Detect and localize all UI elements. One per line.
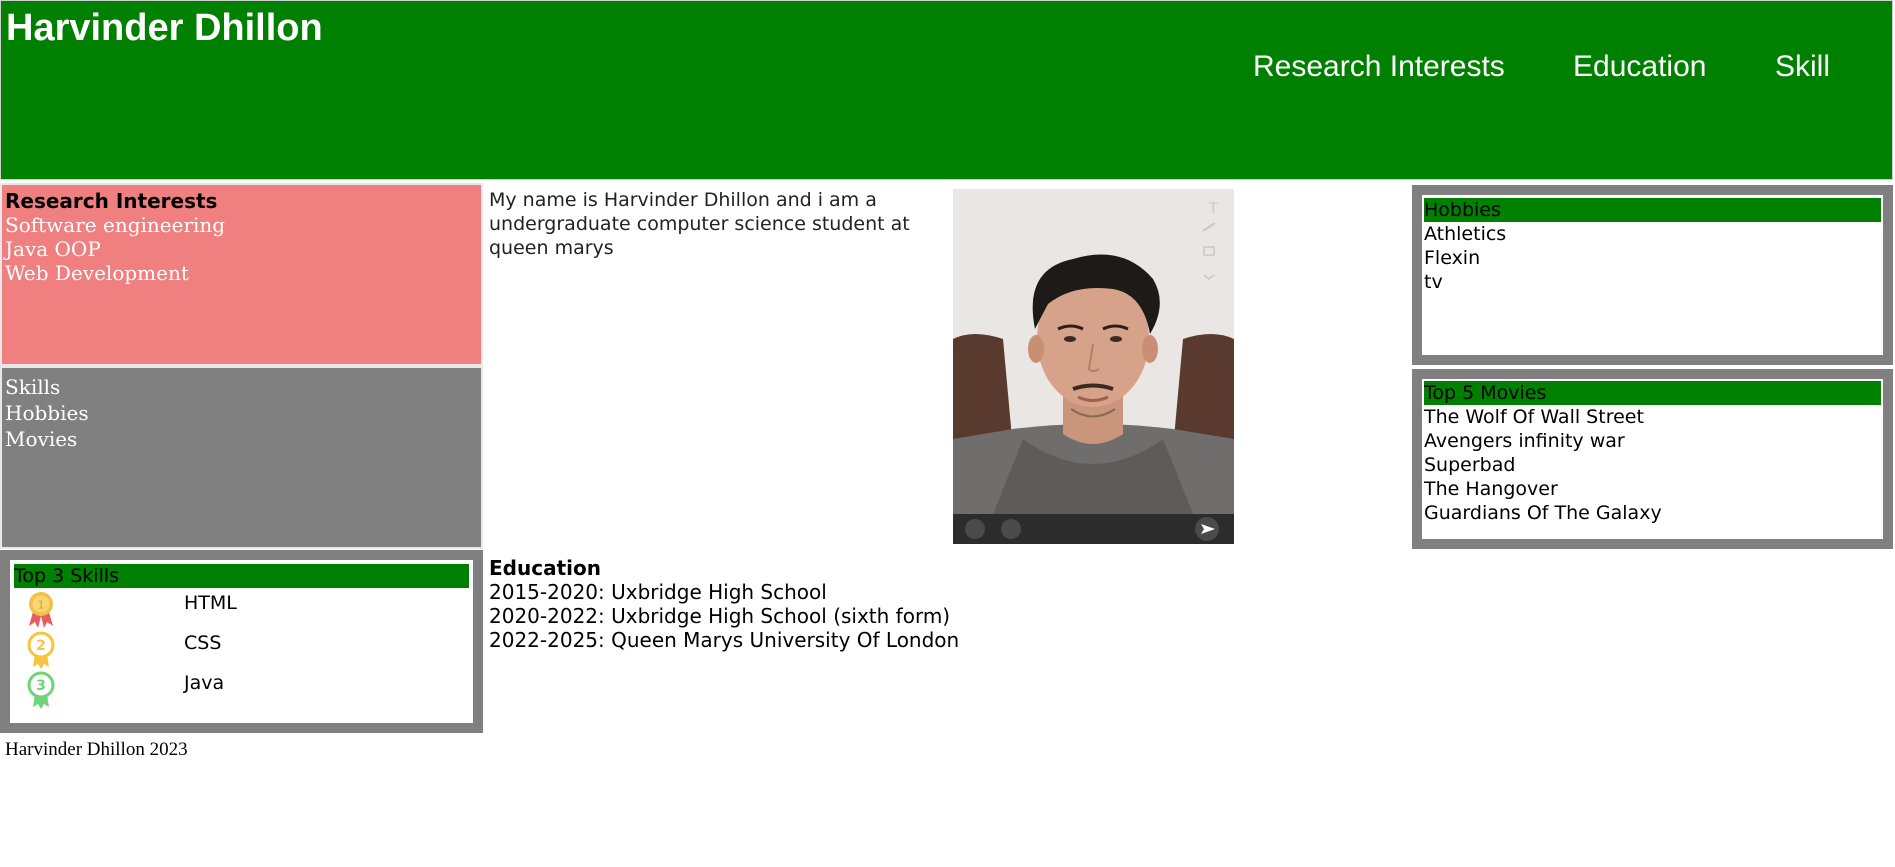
hobbies-panel: Hobbies Athletics Flexin tv	[1412, 185, 1893, 365]
education-item: 2022-2025: Queen Marys University Of Lon…	[489, 628, 960, 652]
movie-item: The Wolf Of Wall Street	[1424, 406, 1644, 428]
movie-item: Superbad	[1424, 454, 1516, 476]
research-interest-item: Java OOP	[5, 237, 101, 261]
link-movies[interactable]: Movies	[5, 426, 478, 452]
education-item: 2020-2022: Uxbridge High School (sixth f…	[489, 604, 951, 628]
top-skills-title: Top 3 Skills	[14, 564, 469, 588]
skill-name: Java	[184, 672, 225, 694]
medal-rank-text: 1	[38, 599, 45, 612]
skill-row: 2 CSS	[14, 628, 469, 669]
nav-link-skill[interactable]: Skill	[1775, 49, 1830, 85]
movie-item: The Hangover	[1424, 478, 1558, 500]
hobby-item: Flexin	[1424, 247, 1481, 269]
education-title: Education	[489, 556, 601, 580]
research-interests-panel: Research Interests Software engineering …	[0, 183, 483, 366]
education-item: 2015-2020: Uxbridge High School	[489, 580, 827, 604]
link-skills[interactable]: Skills	[5, 374, 478, 400]
medal-rank-text: 2	[36, 638, 46, 654]
education-section: Education 2015-2020: Uxbridge High Schoo…	[489, 556, 959, 652]
skill-name: HTML	[184, 592, 237, 614]
link-hobbies[interactable]: Hobbies	[5, 400, 478, 426]
skill-row: 3 Java	[14, 668, 469, 709]
profile-photo-image: T	[953, 189, 1234, 544]
svg-text:T: T	[1208, 201, 1218, 217]
medal-third-icon: 3	[27, 671, 55, 709]
hobby-item: tv	[1424, 271, 1443, 293]
movie-item: Avengers infinity war	[1424, 430, 1625, 452]
movies-title: Top 5 Movies	[1424, 381, 1881, 405]
nav-link-education[interactable]: Education	[1573, 49, 1706, 85]
hobby-item: Athletics	[1424, 223, 1507, 245]
about-text: My name is Harvinder Dhillon and i am a …	[489, 189, 910, 259]
skill-row: 1 HTML	[14, 588, 469, 628]
site-title: Harvinder Dhillon	[6, 7, 323, 49]
hobbies-title: Hobbies	[1424, 198, 1881, 222]
medal-second-icon: 2	[27, 631, 55, 669]
nav-link-research-interests[interactable]: Research Interests	[1253, 49, 1505, 85]
profile-photo: T	[953, 189, 1234, 544]
medal-rank-text: 3	[36, 678, 46, 694]
movies-panel: Top 5 Movies The Wolf Of Wall Street Ave…	[1412, 369, 1893, 549]
section-links-panel: Skills Hobbies Movies	[0, 366, 483, 549]
site-header: Harvinder Dhillon Research Interests Edu…	[0, 0, 1893, 180]
research-interests-title: Research Interests	[5, 189, 218, 213]
movie-item: Guardians Of The Galaxy	[1424, 502, 1662, 524]
research-interest-item: Web Development	[5, 261, 189, 285]
top-skills-panel: Top 3 Skills 1 HTML 2 CSS 3 Java	[0, 550, 483, 733]
footer-text: Harvinder Dhillon 2023	[5, 739, 188, 760]
medal-first-icon: 1	[29, 592, 53, 628]
research-interest-item: Software engineering	[5, 213, 226, 237]
skill-name: CSS	[184, 632, 222, 654]
